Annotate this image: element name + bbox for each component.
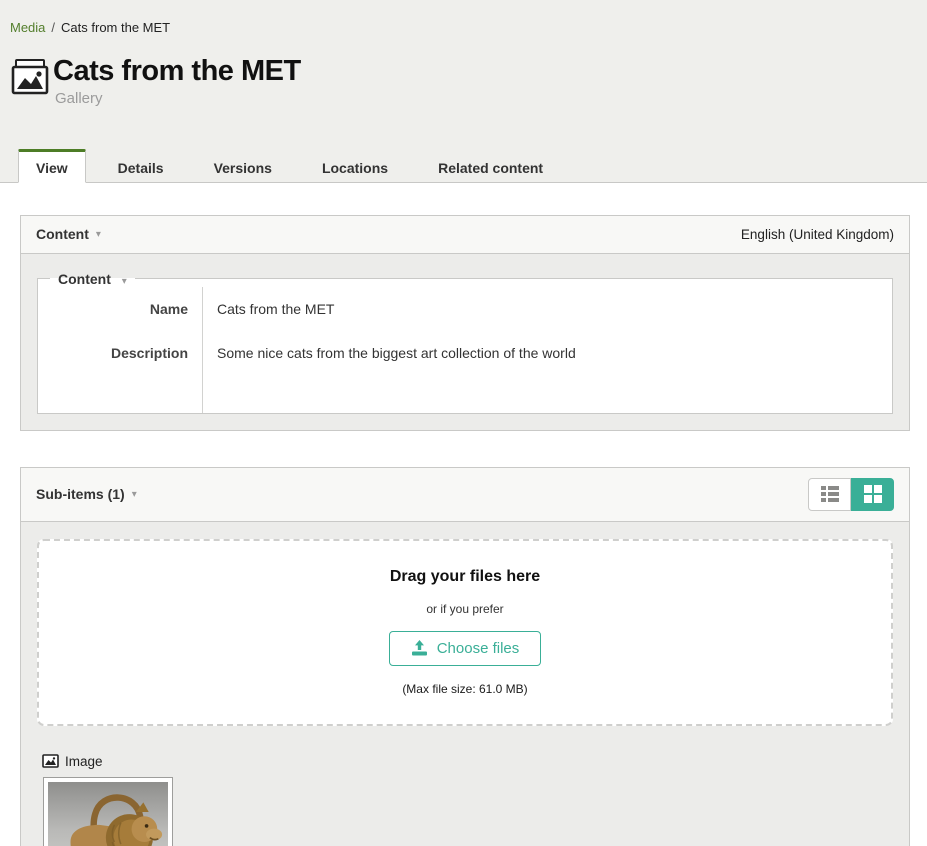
content-fieldset-title: Content bbox=[58, 271, 111, 287]
subitems-panel-body: Drag your files here or if you prefer Ch… bbox=[21, 522, 909, 846]
grid-view-icon bbox=[863, 484, 883, 504]
dropzone-heading: Drag your files here bbox=[49, 568, 881, 586]
list-view-button[interactable] bbox=[808, 478, 851, 511]
page-title: Cats from the MET bbox=[53, 56, 301, 88]
list-view-icon bbox=[820, 485, 840, 503]
page-header-area: Media / Cats from the MET Cats from the ME… bbox=[0, 0, 927, 183]
tab-view[interactable]: View bbox=[18, 149, 86, 183]
page-subtitle: Gallery bbox=[55, 90, 301, 107]
subitems-panel: Sub-items (1) ▾ bbox=[20, 467, 910, 846]
image-icon bbox=[42, 754, 59, 768]
subitem-type-label-row: Image bbox=[42, 754, 893, 769]
main-content: Content ▾ English (United Kingdom) Conte… bbox=[0, 183, 927, 846]
field-label-name: Name bbox=[38, 287, 203, 331]
grid-view-button[interactable] bbox=[851, 478, 894, 511]
breadcrumb-separator: / bbox=[51, 20, 55, 35]
choose-files-label: Choose files bbox=[437, 640, 520, 657]
chevron-down-icon: ▾ bbox=[132, 489, 137, 500]
subitems-panel-toggle[interactable]: Sub-items (1) ▾ bbox=[36, 486, 137, 502]
field-row-spacer bbox=[38, 375, 892, 413]
breadcrumb-current: Cats from the MET bbox=[61, 20, 170, 35]
content-panel-toggle[interactable]: Content ▾ bbox=[36, 226, 101, 242]
breadcrumb: Media / Cats from the MET bbox=[10, 20, 917, 35]
content-language-label: English (United Kingdom) bbox=[741, 227, 894, 242]
upload-icon bbox=[411, 640, 428, 656]
chevron-down-icon: ▾ bbox=[96, 229, 101, 240]
gallery-stack-icon bbox=[10, 59, 50, 102]
content-panel-header: Content ▾ English (United Kingdom) bbox=[21, 216, 909, 254]
field-label-description: Description bbox=[38, 331, 203, 375]
content-fieldset-toggle[interactable]: Content ▾ bbox=[50, 271, 135, 287]
title-block: Cats from the MET Gallery bbox=[10, 56, 917, 107]
tab-related-content[interactable]: Related content bbox=[420, 149, 561, 183]
page: Media / Cats from the MET Cats from the ME… bbox=[0, 0, 927, 846]
subitem-thumbnail[interactable] bbox=[43, 777, 173, 846]
content-fieldset: Content ▾ Name Cats from the MET Descrip… bbox=[37, 271, 893, 414]
golden-lion-sculpture-image bbox=[48, 782, 168, 846]
subitems-panel-header: Sub-items (1) ▾ bbox=[21, 468, 909, 522]
view-toggle bbox=[808, 478, 894, 511]
content-panel-body: Content ▾ Name Cats from the MET Descrip… bbox=[21, 254, 909, 430]
dropzone-subtext: or if you prefer bbox=[49, 602, 881, 616]
tab-versions[interactable]: Versions bbox=[196, 149, 290, 183]
tab-bar: View Details Versions Locations Related … bbox=[0, 149, 927, 183]
tab-locations[interactable]: Locations bbox=[304, 149, 406, 183]
field-value-name: Cats from the MET bbox=[203, 287, 893, 331]
file-dropzone[interactable]: Drag your files here or if you prefer Ch… bbox=[37, 539, 893, 726]
tab-details[interactable]: Details bbox=[100, 149, 182, 183]
content-panel-title: Content bbox=[36, 226, 89, 242]
breadcrumb-media-link[interactable]: Media bbox=[10, 20, 45, 35]
field-row-description: Description Some nice cats from the bigg… bbox=[38, 331, 892, 375]
field-value-description: Some nice cats from the biggest art coll… bbox=[203, 331, 893, 375]
content-fields: Name Cats from the MET Description Some … bbox=[38, 287, 892, 413]
subitems-panel-title: Sub-items (1) bbox=[36, 486, 125, 502]
subitem-type-label: Image bbox=[65, 754, 103, 769]
choose-files-button[interactable]: Choose files bbox=[389, 631, 542, 666]
subitem-image: Image bbox=[37, 754, 893, 846]
content-panel: Content ▾ English (United Kingdom) Conte… bbox=[20, 215, 910, 431]
field-row-name: Name Cats from the MET bbox=[38, 287, 892, 331]
max-file-size-note: (Max file size: 61.0 MB) bbox=[49, 682, 881, 696]
chevron-down-icon: ▾ bbox=[122, 276, 127, 287]
